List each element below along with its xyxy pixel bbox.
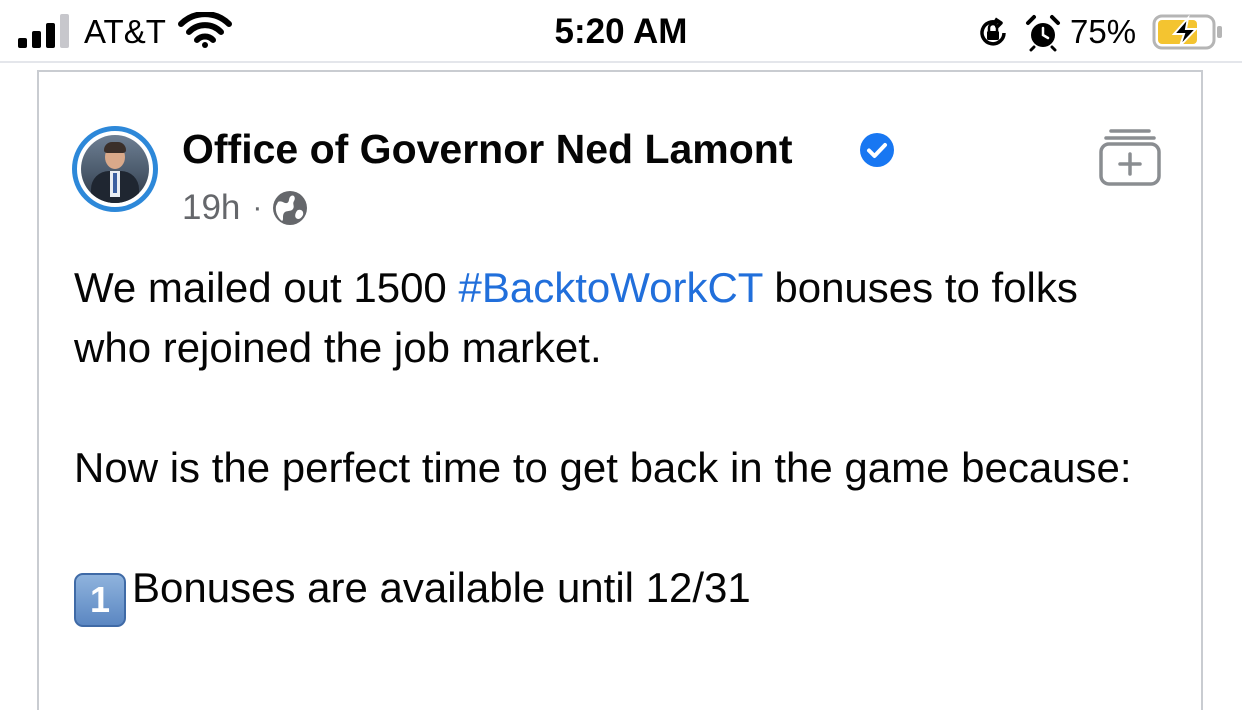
post-card: Office of Governor Ned Lamont 19h · We m…	[37, 70, 1203, 710]
rotation-lock-icon	[980, 17, 1006, 46]
alarm-icon	[1026, 15, 1060, 52]
battery-charging-icon	[1152, 14, 1222, 50]
add-to-collection-icon[interactable]	[1097, 122, 1163, 188]
battery-percentage: 75%	[1070, 13, 1137, 50]
meta-separator: ·	[252, 191, 263, 224]
post-list-item-1: 1 Bonuses are available until 12/31	[74, 558, 1134, 627]
status-bar-divider	[0, 61, 1242, 63]
list-item-text: Bonuses are available until 12/31	[132, 564, 751, 611]
verified-badge-icon	[860, 133, 894, 167]
status-bar: AT&T 5:20 AM 75%	[0, 0, 1242, 62]
post-paragraph-2: Now is the perfect time to get back in t…	[74, 444, 1132, 491]
page-avatar[interactable]	[72, 126, 158, 212]
post-text-segment: We mailed out 1500	[74, 264, 459, 311]
page-name[interactable]: Office of Governor Ned Lamont	[182, 124, 793, 174]
globe-icon	[273, 191, 308, 225]
hashtag-link[interactable]: #BacktoWorkCT	[458, 264, 762, 311]
avatar-photo	[81, 135, 149, 203]
post-meta: 19h ·	[182, 188, 308, 228]
post-timestamp[interactable]: 19h	[182, 188, 240, 228]
post-paragraph-1: We mailed out 1500 #BacktoWorkCT bonuses…	[74, 258, 1134, 378]
keycap-number-icon: 1	[74, 573, 126, 627]
post-body: We mailed out 1500 #BacktoWorkCT bonuses…	[74, 258, 1134, 627]
